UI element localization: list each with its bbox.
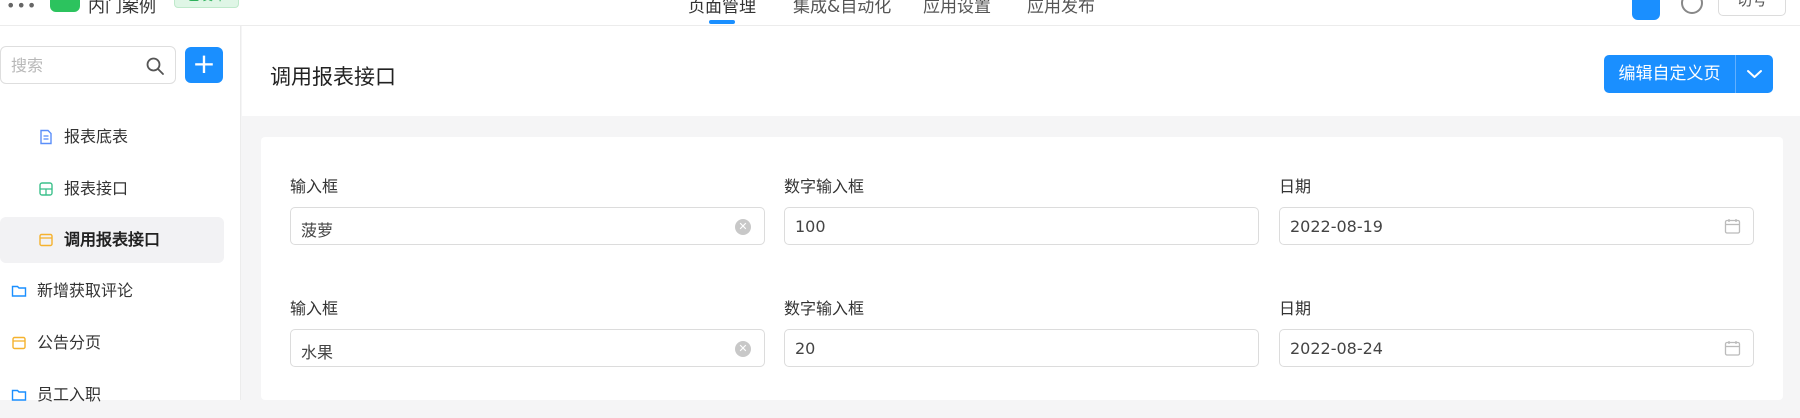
table-icon bbox=[39, 182, 53, 196]
sidebar-item-label: 公告分页 bbox=[37, 333, 102, 352]
clear-icon[interactable]: ✕ bbox=[735, 341, 751, 357]
notification-icon[interactable] bbox=[1632, 0, 1660, 20]
sidebar-item-report-base[interactable]: 报表底表 bbox=[0, 114, 224, 160]
sidebar-item-label: 新增获取评论 bbox=[37, 281, 134, 300]
folder-icon bbox=[11, 285, 27, 297]
text-input-value: 菠萝 bbox=[301, 221, 334, 240]
clear-icon[interactable]: ✕ bbox=[735, 219, 751, 235]
date-field-label: 日期 bbox=[1279, 299, 1312, 318]
form-icon bbox=[39, 233, 53, 247]
active-tab-indicator bbox=[709, 20, 735, 24]
form-card: 输入框 菠萝 ✕ 数字输入框 100 日期 2022-08-19 输入框 水果 … bbox=[261, 137, 1783, 400]
help-icon[interactable] bbox=[1681, 0, 1703, 14]
sidebar-item-notice-paging[interactable]: 公告分页 bbox=[0, 320, 224, 366]
text-input[interactable]: 菠萝 ✕ bbox=[290, 207, 765, 245]
date-picker[interactable]: 2022-08-24 bbox=[1279, 329, 1754, 367]
text-field-label: 输入框 bbox=[290, 299, 339, 318]
search-icon[interactable] bbox=[145, 56, 165, 76]
text-input[interactable]: 水果 ✕ bbox=[290, 329, 765, 367]
number-input-value: 20 bbox=[795, 339, 816, 358]
sidebar-search[interactable] bbox=[0, 46, 176, 84]
sidebar-item-label: 报表底表 bbox=[64, 127, 129, 146]
tab-page-management[interactable]: 页面管理 bbox=[688, 0, 756, 17]
edit-button-group: 编辑自定义页 bbox=[1604, 55, 1773, 93]
sidebar-item-onboarding[interactable]: 员工入职 bbox=[0, 372, 224, 418]
page-header: 调用报表接口 编辑自定义页 bbox=[242, 26, 1800, 116]
calendar-icon[interactable] bbox=[1724, 218, 1741, 235]
number-field-label: 数字输入框 bbox=[784, 299, 865, 318]
sidebar-item-call-report-api[interactable]: 调用报表接口 bbox=[0, 217, 224, 263]
edit-custom-page-button[interactable]: 编辑自定义页 bbox=[1604, 55, 1735, 93]
search-input[interactable] bbox=[11, 53, 136, 77]
number-field-label: 数字输入框 bbox=[784, 177, 865, 196]
tab-integration-automation[interactable]: 集成&自动化 bbox=[793, 0, 891, 17]
status-badge: 已发布 bbox=[174, 0, 240, 8]
sidebar-item-label: 员工入职 bbox=[37, 385, 102, 404]
top-bar: ••• 内门案例 已发布 页面管理 集成&自动化 应用设置 应用发布 切号 bbox=[0, 0, 1800, 26]
document-icon bbox=[40, 129, 52, 145]
switch-account-button[interactable]: 切号 bbox=[1718, 0, 1786, 16]
text-field-label: 输入框 bbox=[290, 177, 339, 196]
chevron-down-icon[interactable] bbox=[1736, 55, 1773, 93]
add-page-button[interactable]: + bbox=[185, 47, 223, 83]
date-picker-value: 2022-08-19 bbox=[1290, 217, 1383, 236]
text-input-value: 水果 bbox=[301, 343, 334, 362]
date-field-label: 日期 bbox=[1279, 177, 1312, 196]
folder-icon bbox=[11, 389, 27, 401]
app-logo-icon bbox=[50, 0, 80, 12]
calendar-icon[interactable] bbox=[1724, 340, 1741, 357]
date-picker-value: 2022-08-24 bbox=[1290, 339, 1383, 358]
number-input[interactable]: 100 bbox=[784, 207, 1259, 245]
date-picker[interactable]: 2022-08-19 bbox=[1279, 207, 1754, 245]
tab-app-publish[interactable]: 应用发布 bbox=[1027, 0, 1095, 17]
number-input-value: 100 bbox=[795, 217, 826, 236]
page-title: 调用报表接口 bbox=[270, 65, 396, 89]
number-input[interactable]: 20 bbox=[784, 329, 1259, 367]
sidebar-item-label: 报表接口 bbox=[64, 179, 129, 198]
app-menu-icon[interactable]: ••• bbox=[6, 0, 37, 15]
sidebar-item-new-comments[interactable]: 新增获取评论 bbox=[0, 268, 224, 314]
form-icon bbox=[12, 336, 26, 350]
sidebar-item-report-api[interactable]: 报表接口 bbox=[0, 166, 224, 212]
app-name: 内门案例 bbox=[88, 0, 156, 17]
tab-app-settings[interactable]: 应用设置 bbox=[923, 0, 991, 17]
sidebar-item-label: 调用报表接口 bbox=[64, 230, 161, 249]
sidebar: + 报表底表 报表接口 调用报表接口 新增获取评论 bbox=[0, 26, 241, 404]
